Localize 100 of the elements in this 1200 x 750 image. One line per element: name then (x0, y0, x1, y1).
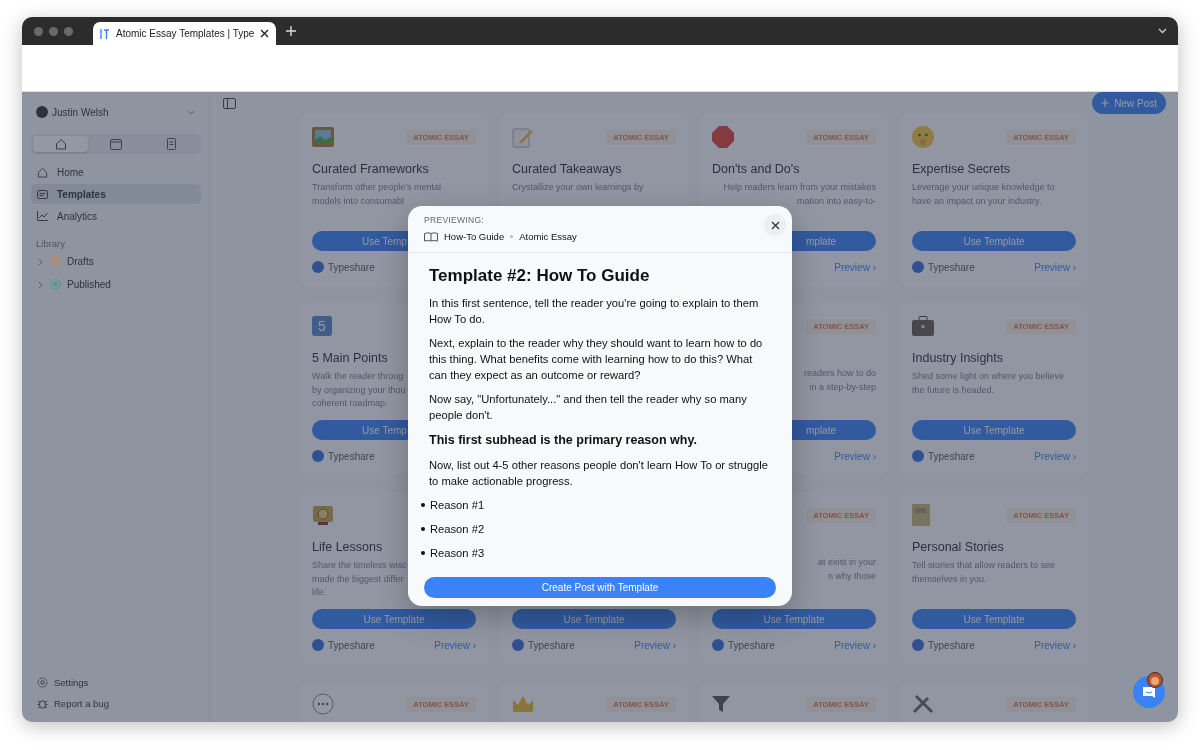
use-template-button[interactable]: Use Template (712, 609, 876, 629)
use-template-button[interactable]: Use Template (912, 420, 1076, 440)
avatar-icon (512, 639, 524, 651)
section-label: Library (35, 238, 67, 249)
status-dot (50, 279, 61, 290)
author-name: Typeshare (328, 450, 375, 462)
card-description: coherent roadmap. (312, 397, 388, 410)
use-template-button[interactable]: Use Template (512, 609, 676, 629)
use-template-button[interactable]: Use Template (912, 231, 1076, 251)
home-icon (54, 138, 67, 150)
nav-item[interactable]: Analytics (31, 206, 201, 226)
new-tab-icon[interactable] (286, 26, 297, 36)
card-title: 5 Main Points (312, 351, 388, 365)
create-post-button[interactable]: Create Post with Template (424, 577, 776, 598)
preview-link[interactable]: Preview › (834, 261, 876, 273)
list-item: Reason #1 (430, 498, 485, 513)
avatar-icon (36, 106, 48, 118)
bullet-icon (421, 503, 425, 507)
chevron-right-icon[interactable] (38, 257, 44, 266)
separator-dot (510, 235, 514, 238)
sidebar-link[interactable]: Settings (31, 675, 201, 689)
card-title: Industry Insights (912, 351, 1003, 365)
chevron-right-icon[interactable] (38, 280, 44, 289)
tree-item[interactable]: Published (31, 274, 201, 295)
author-name: Typeshare (528, 639, 575, 651)
preview-paragraph: Next, explain to the reader why they should want to learn how to do this thing. What benefits come with learning how to do this? What can they expect as an outcome or reward? (429, 336, 764, 383)
author-name: Typeshare (328, 261, 375, 273)
preview-link[interactable]: Preview › (1034, 639, 1076, 651)
status-dot (50, 256, 61, 267)
author-name: Typeshare (928, 639, 975, 651)
chevron-down-icon (187, 109, 195, 115)
avatar-icon (912, 261, 924, 273)
use-template-button[interactable]: Use Template (912, 609, 1076, 629)
stop-sign-icon (712, 126, 734, 148)
card-title: Curated Takeaways (512, 162, 622, 176)
author-name: Typeshare (928, 261, 975, 273)
preview-heading: Template #2: How To Guide (429, 265, 651, 287)
open-book-icon (424, 231, 438, 242)
view-tab[interactable] (33, 136, 89, 152)
avatar-icon (312, 450, 324, 462)
close-icon[interactable] (260, 29, 270, 38)
bullet-icon (421, 527, 425, 531)
chat-icon (1142, 685, 1156, 699)
calendar-icon (110, 138, 122, 150)
sidebar-link[interactable]: Report a bug (31, 696, 201, 710)
preview-link[interactable]: Preview › (834, 639, 876, 651)
author-name: Typeshare (328, 639, 375, 651)
card-description: Transform other people's mental (312, 181, 441, 194)
preview-link[interactable]: Preview › (1034, 450, 1076, 462)
nav-item[interactable]: Home (31, 162, 201, 182)
preview-link[interactable]: Preview › (834, 450, 876, 462)
card-description: models into consumabl (312, 194, 405, 208)
tree-item[interactable]: Drafts (31, 251, 201, 272)
site-logo-icon (100, 27, 110, 40)
author-name: Typeshare (928, 450, 975, 462)
card-description: life. (312, 586, 326, 599)
memo-icon (512, 126, 534, 148)
card-description: mation into easy-to- (796, 194, 876, 208)
preview-link[interactable]: Preview › (1034, 261, 1076, 273)
author-name: Typeshare (728, 639, 775, 651)
new-post-button[interactable]: New Post (1092, 92, 1166, 114)
list-item: Reason #3 (430, 546, 485, 561)
home-icon (37, 166, 48, 178)
list-item: Reason #2 (430, 522, 485, 537)
funnel-icon (712, 695, 730, 713)
bug-icon (37, 697, 48, 709)
account-switcher[interactable]: Justin Welsh (31, 104, 201, 120)
card-title: Expertise Secrets (912, 162, 1010, 176)
nav-item[interactable]: Templates (31, 184, 201, 204)
preview-paragraph: In this first sentence, tell the reader you're going to explain to them How To do. (429, 296, 760, 327)
avatar-icon (1147, 672, 1163, 688)
face-icon (912, 126, 934, 148)
briefcase-icon (912, 316, 934, 336)
settings-icon (37, 676, 48, 688)
card-title: Life Lessons (312, 540, 383, 554)
preview-paragraph: Now say, "Unfortunately..." and then tell the reader why so many people don't. (429, 392, 748, 423)
sidebar-toggle-icon[interactable] (223, 97, 236, 109)
chart-icon (37, 211, 48, 221)
avatar-icon (312, 261, 324, 273)
preview-link[interactable]: Preview › (434, 639, 476, 651)
close-button[interactable] (764, 214, 786, 236)
chevron-down-icon[interactable] (1158, 28, 1167, 34)
template-icon (37, 189, 48, 199)
card-title: Don'ts and Do's (712, 162, 800, 176)
bullet-icon (421, 551, 425, 555)
emblem-icon (312, 504, 334, 526)
use-template-button[interactable]: Use Template (312, 609, 476, 629)
avatar-icon (712, 639, 724, 651)
template-category: Atomic Essay (519, 231, 577, 242)
browser-tab[interactable]: Atomic Essay Templates | Type (93, 22, 277, 45)
plus-icon (1101, 99, 1110, 107)
preview-link[interactable]: Preview › (634, 639, 676, 651)
book-icon (912, 504, 930, 526)
avatar-icon (912, 639, 924, 651)
framed-picture-icon (312, 127, 334, 147)
close-icon (770, 220, 780, 230)
avatar-icon (912, 450, 924, 462)
avatar-icon (312, 639, 324, 651)
document-icon (166, 138, 176, 150)
dialog-eyebrow: PREVIEWING: (424, 215, 485, 225)
